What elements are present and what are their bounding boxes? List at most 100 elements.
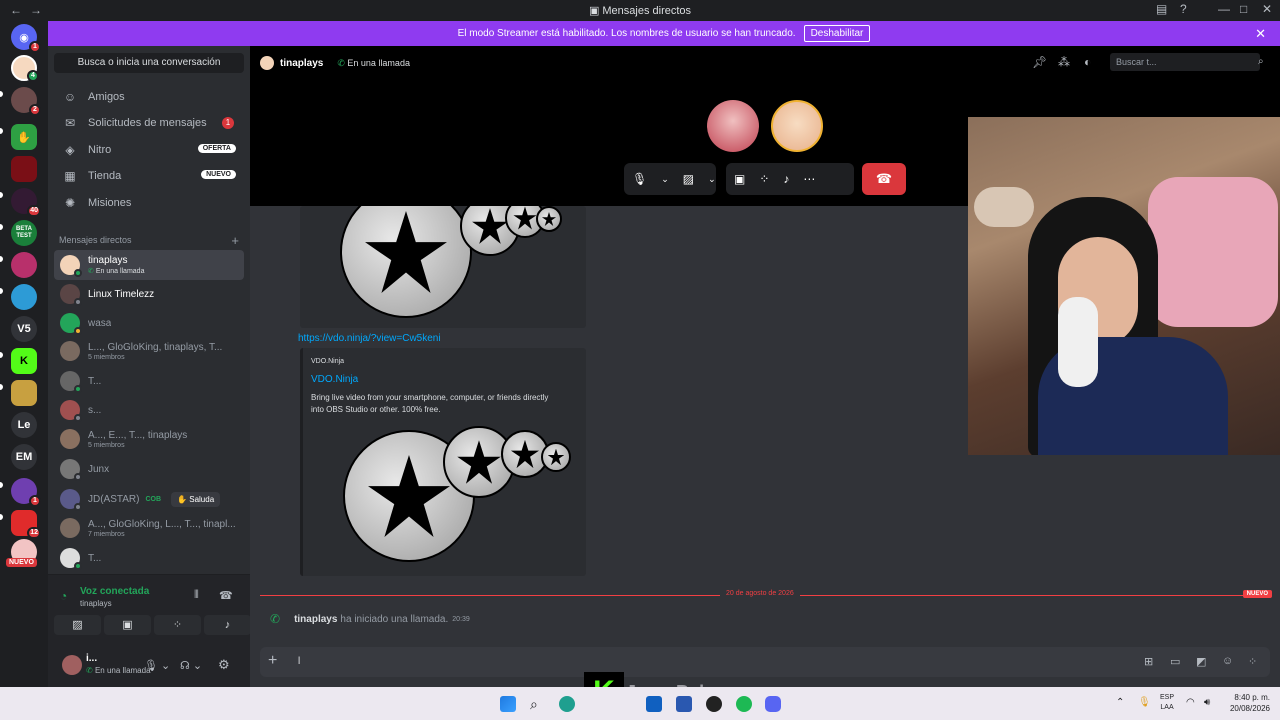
search-input[interactable]: Buscar t... (1110, 53, 1260, 71)
disable-streamer-button[interactable]: Deshabilitar (803, 25, 871, 42)
home-discord-icon[interactable]: ◉ 1 (11, 24, 41, 53)
composer-text[interactable]: l (298, 656, 300, 667)
server-icon[interactable] (11, 156, 37, 182)
language-indicator[interactable]: ESP LAA (1160, 693, 1174, 713)
disconnect-icon[interactable]: ☎ (219, 589, 233, 602)
dm-item[interactable]: s... (54, 395, 244, 425)
activities-button[interactable]: ⁘ (154, 615, 201, 635)
server-le[interactable]: Le (11, 412, 37, 438)
create-dm-plus-icon[interactable]: + (231, 233, 239, 248)
camera-off-button[interactable]: ▨ (54, 615, 101, 635)
server-icon[interactable]: 12 (11, 510, 41, 539)
close-window-icon[interactable]: ✕ (1262, 2, 1272, 16)
wave-button[interactable]: ✋ Saluda (171, 491, 221, 507)
spotify-icon[interactable] (736, 696, 752, 712)
microphone-icon[interactable]: 🎙︎ ⌄ (144, 659, 170, 672)
user-avatar[interactable] (62, 655, 82, 675)
pin-icon[interactable]: 📌︎ (1032, 55, 1047, 69)
embed-title[interactable]: VDO.Ninja (311, 374, 358, 385)
windows-start-icon[interactable] (500, 696, 516, 712)
apps-icon[interactable]: ⁘ (1248, 655, 1257, 668)
server-icon[interactable] (11, 380, 37, 406)
screen-share-icon[interactable]: ▣ (734, 172, 745, 186)
dm-sub: 7 miembros (88, 530, 125, 538)
emoji-icon[interactable]: ☺ (1222, 655, 1233, 667)
embed-description: Bring live video from your smartphone, c… (311, 393, 549, 414)
discord-taskbar-icon[interactable] (765, 696, 781, 712)
nav-nitro[interactable]: ◈ Nitro OFERTA (54, 138, 244, 162)
camera-off-icon[interactable]: ▨ (683, 172, 694, 186)
dm-item[interactable]: A..., GloGloKing, L..., T..., tinapl... 7… (54, 513, 244, 543)
message-link[interactable]: https://vdo.ninja/?view=Cw5keni (298, 333, 441, 344)
kick-server-icon[interactable]: K (11, 348, 37, 374)
outlook-icon[interactable] (646, 696, 662, 712)
beta-server-icon[interactable]: BETA TEST (11, 220, 37, 246)
server-v5[interactable]: V5 (11, 316, 37, 342)
sticker-icon[interactable]: ◩ (1196, 655, 1206, 668)
nav-quests[interactable]: ✺ Misiones (54, 191, 244, 215)
headphones-icon[interactable]: ☊ ⌄ (180, 659, 202, 672)
obs-icon[interactable] (706, 696, 722, 712)
attach-plus-icon[interactable]: + (268, 652, 277, 670)
chevron-down-icon[interactable]: ⌄ (708, 174, 716, 185)
server-icon[interactable] (11, 252, 37, 278)
signal-icon: ◔ (60, 589, 68, 603)
soundboard-icon[interactable]: ♪ (783, 172, 789, 186)
server-icon[interactable]: 40 (11, 188, 41, 217)
inbox-icon[interactable]: ▤ (1156, 2, 1167, 16)
settings-gear-icon[interactable]: ⚙ (218, 657, 230, 673)
gift-icon[interactable]: ⊞ (1144, 655, 1153, 668)
volume-icon[interactable]: 🔊︎ (1204, 697, 1210, 708)
server-icon[interactable]: ✋ (11, 124, 37, 150)
noise-suppression-icon[interactable]: ⦀ (194, 589, 199, 602)
nav-shop[interactable]: ▦ Tienda NUEVO (54, 164, 244, 188)
gif-icon[interactable]: ▭ (1170, 655, 1180, 668)
dm-item[interactable]: T... (54, 366, 244, 396)
chevron-down-icon[interactable]: ⌄ (661, 174, 669, 185)
call-participant-avatar[interactable] (707, 100, 759, 152)
minimize-icon[interactable]: — (1218, 2, 1230, 16)
voice-panel: ◔ Voz conectada tinaplays ⦀ ☎ ▨ ▣ ⁘ ♪ i.… (48, 574, 251, 687)
search-icon[interactable]: ⌕ (530, 696, 546, 712)
dm-item[interactable]: JD(ASTAR) COB ✋ Saluda (54, 484, 244, 514)
voice-channel[interactable]: tinaplays (80, 599, 112, 608)
chevron-up-icon[interactable]: ⌃ (1116, 697, 1124, 708)
store-icon[interactable] (676, 696, 692, 712)
system-user[interactable]: tinaplays (294, 614, 337, 625)
hang-up-button[interactable]: ☎ (862, 163, 906, 195)
clock[interactable]: 8:40 p. m. 20/08/2026 (1230, 692, 1270, 714)
nav-friends[interactable]: ☺ Amigos (54, 85, 244, 109)
dm-sidebar: Busca o inicia una conversación ☺ Amigos … (48, 46, 251, 687)
call-participant-avatar[interactable] (771, 100, 823, 152)
nav-message-requests[interactable]: ✉ Solicitudes de mensajes 1 (54, 111, 244, 135)
add-friends-icon[interactable]: ⁂ (1058, 55, 1070, 69)
profile-icon[interactable]: ◐ (1084, 55, 1091, 69)
server-icon[interactable] (11, 284, 37, 310)
dm-item[interactable]: Junx (54, 454, 244, 484)
window-title: ▣ Mensajes directos (0, 4, 1280, 17)
soundboard-button[interactable]: ♪ (204, 615, 251, 635)
dm-item[interactable]: A..., E..., T..., tinaplays 5 miembros (54, 424, 244, 454)
dm-item[interactable]: Linux Timelezz (54, 279, 244, 309)
server-em[interactable]: EM (11, 444, 37, 470)
dm-item[interactable]: tinaplays ✆ En una llamada (54, 250, 244, 280)
dm-item[interactable]: T... (54, 543, 244, 573)
maximize-icon[interactable]: □ (1240, 2, 1247, 16)
dm-avatar-guild[interactable]: 4 (11, 55, 39, 82)
divider-date: 20 de agosto de 2026 (720, 590, 800, 597)
screen-share-button[interactable]: ▣ (104, 615, 151, 635)
server-icon[interactable]: 2 (11, 87, 41, 116)
more-options-icon[interactable]: ⋯ (803, 172, 815, 186)
microphone-icon[interactable]: 🎙︎ (632, 172, 647, 186)
activities-icon[interactable]: ⁘ (759, 172, 769, 186)
embed-image[interactable] (300, 206, 586, 328)
server-icon[interactable]: 1 (11, 478, 41, 507)
help-icon[interactable]: ? (1180, 2, 1187, 16)
message-composer[interactable]: + l ⊞ ▭ ◩ ☺ ⁘ (260, 647, 1270, 677)
edge-icon[interactable] (559, 696, 575, 712)
dm-item[interactable]: L..., GloGloKing, tinaplays, T... 5 miemb… (54, 336, 244, 366)
dm-item[interactable]: wasa (54, 308, 244, 338)
find-conversation-button[interactable]: Busca o inicia una conversación (54, 53, 244, 73)
close-banner-icon[interactable]: ✕ (1255, 26, 1266, 42)
wifi-icon[interactable]: ◠ (1186, 697, 1195, 708)
